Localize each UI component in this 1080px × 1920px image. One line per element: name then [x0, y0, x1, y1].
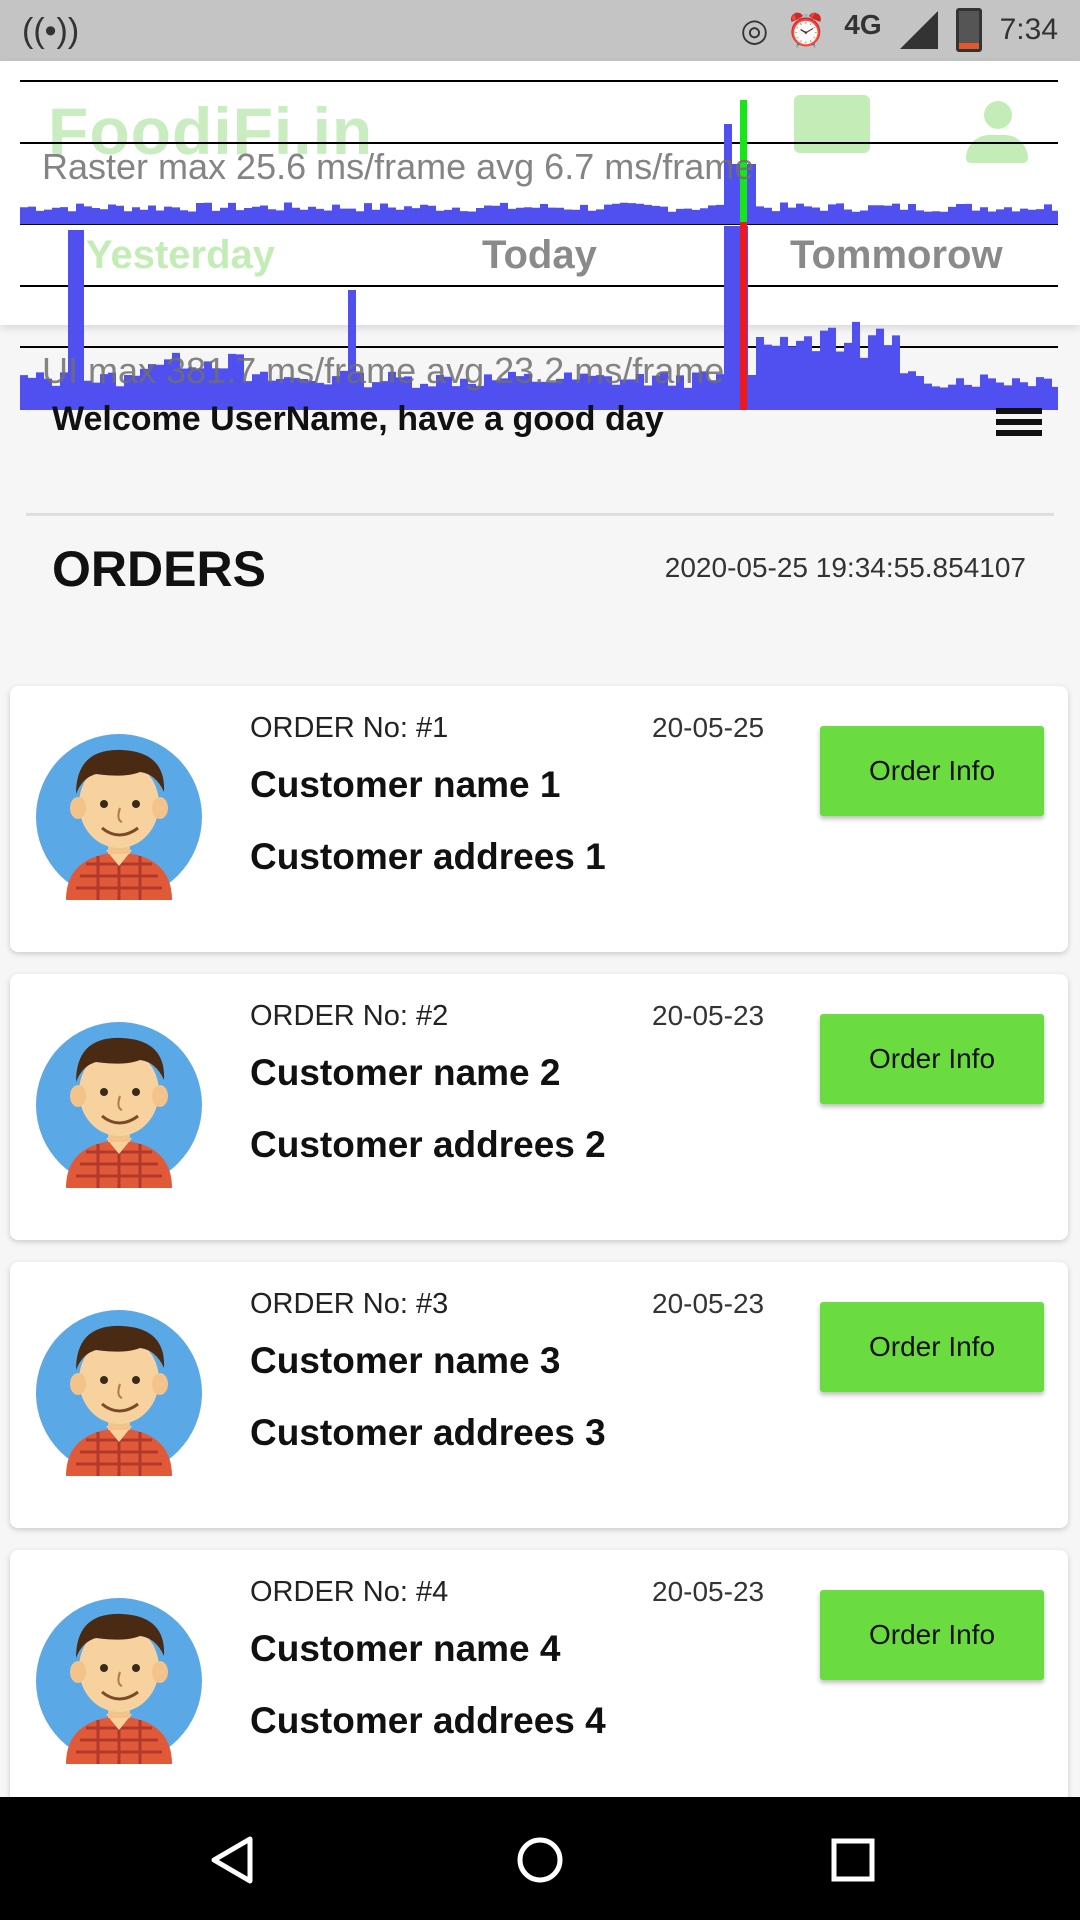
app-header: FoodiFi.in Yesterday Today Tommorow [0, 61, 1080, 325]
network-type: 4G [844, 9, 882, 40]
app-logo: FoodiFi.in [48, 94, 374, 168]
orders-timestamp: 2020-05-25 19:34:55.854107 [664, 552, 1026, 583]
navigation-bar [0, 1797, 1080, 1920]
customer-avatar-icon [36, 734, 202, 900]
customer-name: Customer name 4 [250, 1628, 561, 1669]
order-number: ORDER No: #2 [250, 1000, 449, 1032]
battery-icon [955, 8, 982, 52]
tab-today[interactable]: Today [482, 233, 597, 278]
hotspot-icon: ((•)) [22, 12, 80, 50]
order-number: ORDER No: #4 [250, 1576, 449, 1608]
chat-icon[interactable] [794, 95, 870, 153]
customer-name: Customer name 2 [250, 1052, 561, 1093]
customer-avatar-icon [36, 1310, 202, 1476]
divider [26, 513, 1054, 516]
customer-avatar-icon [36, 1598, 202, 1764]
order-date: 20-05-23 [652, 1000, 765, 1031]
customer-address: Customer addrees 2 [250, 1124, 606, 1165]
order-date: 20-05-25 [652, 712, 765, 743]
welcome-text: Welcome UserName, have a good day [52, 400, 664, 438]
recents-icon[interactable] [830, 1835, 876, 1885]
order-date: 20-05-23 [652, 1288, 765, 1319]
profile-icon[interactable] [966, 101, 1028, 165]
order-card: ORDER No: #3 20-05-23 Customer name 3 Cu… [10, 1262, 1068, 1528]
order-info-button[interactable]: Order Info [820, 1302, 1044, 1392]
tab-yesterday[interactable]: Yesterday [86, 233, 275, 278]
customer-address: Customer addrees 3 [250, 1412, 606, 1453]
clock: 7:34 [999, 13, 1058, 46]
customer-name: Customer name 3 [250, 1340, 561, 1381]
ui-label: UI max 381.7 ms/frame avg 23.2 ms/frame [42, 350, 725, 391]
order-number: ORDER No: #3 [250, 1288, 449, 1320]
order-info-button[interactable]: Order Info [820, 726, 1044, 816]
tab-tomorrow[interactable]: Tommorow [790, 233, 1003, 278]
customer-avatar-icon [36, 1022, 202, 1188]
home-icon[interactable] [516, 1835, 564, 1885]
menu-icon[interactable] [996, 408, 1042, 438]
order-info-button[interactable]: Order Info [820, 1014, 1044, 1104]
day-tabs: Yesterday Today Tommorow [0, 233, 1080, 303]
status-icons: ◎ ⏰ 4G 7:34 [740, 8, 1058, 52]
status-bar: ((•)) ◎ ⏰ 4G 7:34 [0, 0, 1080, 61]
customer-address: Customer addrees 4 [250, 1700, 606, 1741]
order-number: ORDER No: #1 [250, 712, 449, 744]
order-date: 20-05-23 [652, 1576, 765, 1607]
customer-name: Customer name 1 [250, 764, 561, 805]
order-info-button[interactable]: Order Info [820, 1590, 1044, 1680]
signal-icon [899, 11, 938, 49]
cast-icon: ◎ [740, 12, 769, 48]
order-card: ORDER No: #4 20-05-23 Customer name 4 Cu… [10, 1550, 1068, 1816]
alarm-icon: ⏰ [786, 12, 827, 48]
back-icon[interactable] [208, 1835, 256, 1885]
orders-title: ORDERS [52, 541, 266, 597]
customer-address: Customer addrees 1 [250, 836, 606, 877]
order-card: ORDER No: #1 20-05-25 Customer name 1 Cu… [10, 686, 1068, 952]
order-card: ORDER No: #2 20-05-23 Customer name 2 Cu… [10, 974, 1068, 1240]
